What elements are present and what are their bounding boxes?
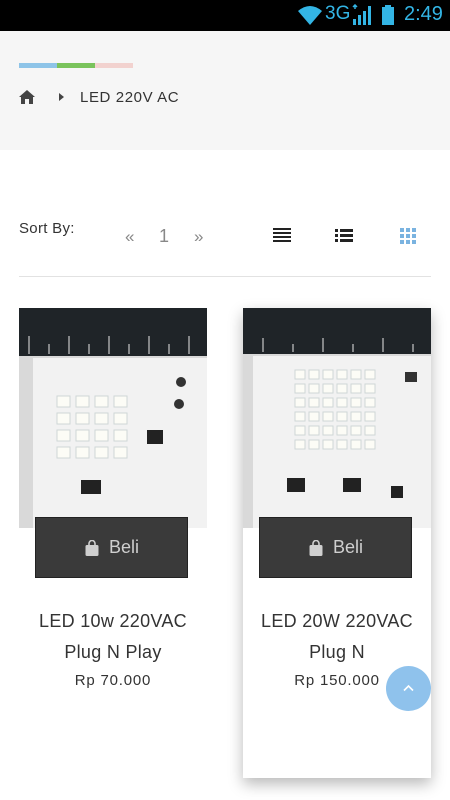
led-board-image [243, 308, 431, 528]
clock: 2:49 [404, 3, 443, 25]
led-board-image [19, 308, 207, 528]
grid-icon[interactable] [399, 228, 417, 244]
scroll-top-button[interactable] [386, 666, 431, 711]
product-title[interactable]: LED 20W 220VAC Plug N [243, 606, 431, 668]
buy-label: Beli [108, 537, 139, 557]
chevron-up-icon [403, 684, 414, 692]
pagination-next[interactable]: » [194, 227, 203, 247]
strip-green [57, 63, 95, 68]
home-icon[interactable] [19, 90, 35, 104]
shopping-bag-icon [309, 539, 323, 556]
pagination-prev[interactable]: « [125, 227, 134, 247]
sort-by-label[interactable]: Sort By: [19, 220, 75, 237]
status-bar: 3G 2:49 [0, 0, 450, 31]
pagination-page[interactable]: 1 [159, 226, 169, 247]
color-strip [19, 63, 133, 68]
list-icon[interactable] [335, 228, 353, 244]
shopping-bag-icon [85, 539, 99, 556]
buy-label: Beli [332, 537, 363, 557]
strip-pink [95, 63, 133, 68]
buy-button[interactable]: Beli [35, 517, 188, 578]
product-title[interactable]: LED 10w 220VAC Plug N Play [19, 606, 207, 668]
product-price: Rp 70.000 [74, 672, 152, 689]
network-type: 3G [325, 3, 351, 24]
strip-blue [19, 63, 57, 68]
product-image[interactable] [243, 308, 431, 528]
breadcrumb-separator-icon [59, 93, 64, 101]
signal-icon [352, 4, 371, 25]
wifi-icon [298, 6, 322, 25]
page-header [0, 31, 450, 150]
battery-icon [382, 5, 394, 25]
toolbar-divider [19, 276, 431, 277]
buy-button[interactable]: Beli [259, 517, 412, 578]
breadcrumb-current: LED 220V AC [80, 89, 180, 106]
list-compact-icon[interactable] [273, 228, 291, 244]
product-image[interactable] [19, 308, 207, 528]
